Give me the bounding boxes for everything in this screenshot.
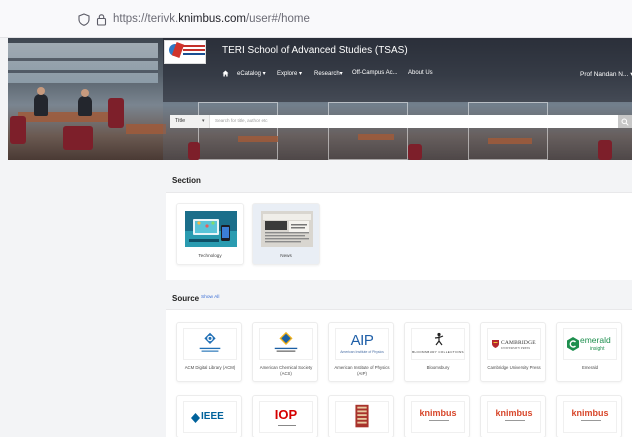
section-title: Section — [172, 176, 201, 185]
source-card-label: Emerald — [581, 365, 598, 370]
cambridge-logo-subtext: UNIVERSITY PRESS — [501, 346, 531, 350]
search-icon — [621, 118, 629, 126]
acs-logo — [259, 328, 313, 360]
source-title: Source — [172, 294, 200, 303]
url-suffix: /user#/home — [245, 13, 310, 25]
source-card-iop[interactable]: IOP — [252, 395, 318, 437]
browser-address-bar[interactable]: https://terivk.knimbus.com/user#/home — [0, 0, 632, 38]
source-card-cambridge[interactable]: CAMBRIDGE UNIVERSITY PRESS Cambridge Uni… — [480, 322, 546, 382]
nav-about-us[interactable]: About Us — [408, 70, 433, 76]
source-card-aip[interactable]: AIP American Institute of Physics Americ… — [328, 322, 394, 382]
source-card-bloomsbury[interactable]: BLOOMSBURY COLLECTIONS Bloomsbury — [404, 322, 470, 382]
emerald-logo-text: emerald — [580, 335, 611, 345]
section-card-label: News — [280, 253, 292, 258]
knimbus-logo: knimbus — [563, 401, 617, 433]
source-card-label: Bloomsbury — [426, 365, 450, 370]
nav-ecatalog[interactable]: eCatalog ▾ — [237, 70, 266, 77]
source-card-label: American Chemical Society (ACS) — [259, 365, 313, 376]
source-card-publisher[interactable] — [328, 395, 394, 437]
source-header: Source Show All — [166, 287, 632, 309]
section-header: Section — [166, 171, 632, 193]
acm-logo — [183, 328, 237, 360]
knimbus-logo-text: knimbus — [571, 408, 609, 418]
left-gutter — [0, 160, 166, 437]
aip-logo-subtext: American Institute of Physics — [340, 350, 384, 354]
knimbus-logo-text: knimbus — [419, 408, 457, 418]
emerald-logo-subtext: insight — [590, 346, 605, 352]
chevron-down-icon: ▾ — [202, 118, 205, 124]
bloomsbury-logo-text: BLOOMSBURY COLLECTIONS — [412, 350, 464, 354]
ieee-diamond-icon — [191, 413, 200, 423]
url-host: knimbus.com — [178, 13, 246, 25]
source-card-label: ACM Digital Library (ACM) — [184, 365, 236, 370]
ieee-logo-text: IEEE — [201, 411, 224, 422]
url-field[interactable]: https://terivk.knimbus.com/user#/home — [113, 13, 310, 25]
source-card-knimbus-3[interactable]: knimbus — [556, 395, 622, 437]
lock-icon[interactable] — [96, 13, 107, 26]
search-type-label: Title — [175, 118, 186, 124]
source-card-knimbus-1[interactable]: knimbus — [404, 395, 470, 437]
nav-explore[interactable]: Explore ▾ — [277, 70, 302, 77]
aip-logo: AIP American Institute of Physics — [335, 328, 389, 360]
search-input[interactable]: Search for title, author etc — [215, 118, 268, 123]
shield-icon[interactable] — [78, 13, 90, 26]
search-bar: Title ▾ Search for title, author etc — [170, 115, 632, 128]
source-card-label: Cambridge University Press — [487, 365, 541, 370]
bloomsbury-logo: BLOOMSBURY COLLECTIONS — [411, 328, 465, 360]
top-nav: eCatalog ▾ Explore ▾ Research▾ Off-Campu… — [222, 69, 582, 81]
bloomsbury-figure-icon — [434, 332, 444, 346]
source-card-label: American Institute of Physics (AIP) — [334, 365, 390, 376]
tsas-logo[interactable] — [164, 40, 206, 64]
news-thumbnail — [261, 211, 313, 247]
aip-logo-text: AIP — [350, 332, 374, 349]
source-card-acs[interactable]: American Chemical Society (ACS) — [252, 322, 318, 382]
source-card-acm[interactable]: ACM Digital Library (ACM) — [176, 322, 242, 382]
iop-logo-text: IOP — [274, 407, 298, 422]
source-card-ieee[interactable]: IEEE — [176, 395, 242, 437]
search-button[interactable] — [618, 115, 632, 128]
hero-banner — [8, 38, 632, 160]
cambridge-crest-icon — [492, 340, 499, 348]
nav-research[interactable]: Research▾ — [314, 70, 343, 77]
section-card-label: Technology — [198, 253, 222, 258]
publisher-crest-logo — [335, 401, 389, 433]
source-card-emerald[interactable]: emerald insight Emerald — [556, 322, 622, 382]
nav-off-campus[interactable]: Off-Campus Ac... — [352, 70, 398, 76]
emerald-mark-icon — [567, 337, 579, 351]
section-panel: Technology News — [166, 192, 632, 280]
section-card-news[interactable]: News — [252, 203, 320, 265]
knimbus-logo: knimbus — [411, 401, 465, 433]
site-title: TERI School of Advanced Studies (TSAS) — [222, 45, 408, 56]
show-all-link[interactable]: Show All — [201, 295, 219, 300]
knimbus-logo-text: knimbus — [495, 408, 533, 418]
profile-menu[interactable]: Prof Nandan N... ▾ — [580, 70, 632, 78]
iop-logo: IOP — [259, 401, 313, 433]
cambridge-logo: CAMBRIDGE UNIVERSITY PRESS — [487, 328, 541, 360]
search-type-select[interactable]: Title ▾ — [170, 115, 210, 128]
source-panel: ACM Digital Library (ACM) American Chemi… — [166, 309, 632, 437]
technology-thumbnail — [185, 211, 237, 247]
emerald-logo: emerald insight — [563, 328, 617, 360]
home-icon[interactable] — [222, 70, 229, 77]
knimbus-logo: knimbus — [487, 401, 541, 433]
ieee-logo: IEEE — [183, 401, 237, 433]
url-prefix: https://terivk. — [113, 13, 179, 25]
section-card-technology[interactable]: Technology — [176, 203, 244, 265]
source-card-knimbus-2[interactable]: knimbus — [480, 395, 546, 437]
